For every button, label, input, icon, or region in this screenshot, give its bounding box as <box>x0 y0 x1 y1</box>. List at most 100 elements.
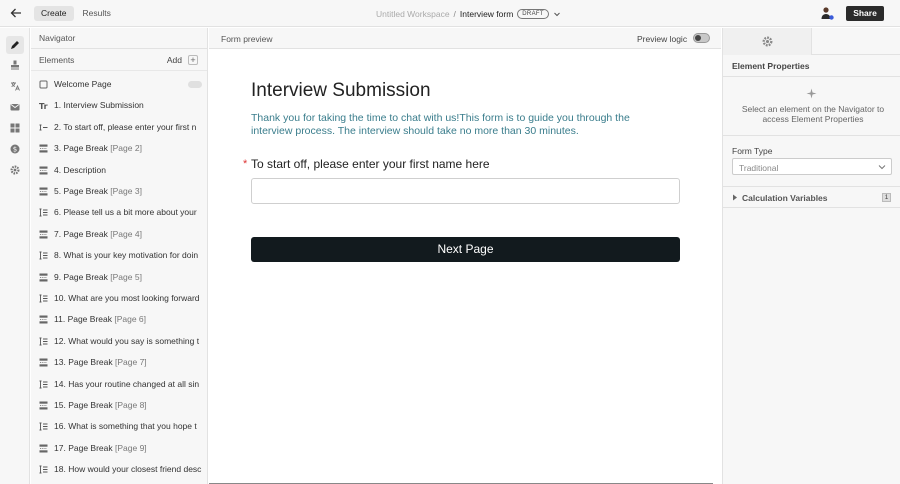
list-item-label: 2. To start off, please enter your first… <box>54 122 196 132</box>
payments-tool-button[interactable]: $ <box>6 140 24 158</box>
list-item[interactable]: 4. Description <box>31 160 207 181</box>
list-item[interactable]: 10. What are you most looking forward <box>31 288 207 309</box>
gear-icon <box>10 165 20 175</box>
tab-element-settings[interactable] <box>723 28 812 55</box>
list-item[interactable]: Welcome Page <box>31 74 207 95</box>
list-item-number: 3. <box>54 143 62 154</box>
list-item-label: 15. Page Break [Page 8] <box>54 400 147 410</box>
add-element-button[interactable]: + <box>188 55 198 65</box>
list-item[interactable]: 17. Page Break [Page 9] <box>31 438 207 459</box>
list-item-number: 14. <box>54 378 66 389</box>
list-item-number: 13. <box>54 357 66 368</box>
tab-results[interactable]: Results <box>76 6 118 21</box>
list-item-label: 9. Page Break [Page 5] <box>54 272 142 282</box>
dollar-icon: $ <box>10 144 20 154</box>
calculation-variables-count: 1 <box>882 193 891 202</box>
tab-create[interactable]: Create <box>34 6 74 21</box>
list-item[interactable]: 7. Page Break [Page 4] <box>31 224 207 245</box>
svg-text:Tr: Tr <box>39 102 48 110</box>
list-item-label: 10. What are you most looking forward <box>54 293 200 303</box>
translate-icon <box>11 82 20 91</box>
list-item-number: 15. <box>54 400 66 410</box>
breadcrumb: Untitled Workspace / Interview form DRAF… <box>376 8 561 19</box>
list-item-label: 1. Interview Submission <box>54 100 144 110</box>
mail-icon <box>10 104 20 111</box>
share-button[interactable]: Share <box>846 6 884 21</box>
list-item[interactable]: 8. What is your key motivation for doin <box>31 245 207 266</box>
list-item[interactable]: 15. Page Break [Page 8] <box>31 395 207 416</box>
preview-header: Form preview Preview logic <box>209 28 721 49</box>
avatar[interactable] <box>820 6 834 20</box>
form-description: Thank you for taking the time to chat wi… <box>251 112 630 137</box>
add-element-label[interactable]: Add <box>167 49 182 71</box>
list-item[interactable]: 5. Page Break [Page 3] <box>31 181 207 202</box>
list-item-text: Please tell us a bit more about your <box>63 207 197 218</box>
list-item[interactable]: 6. Please tell us a bit more about your <box>31 202 207 223</box>
next-page-button[interactable]: Next Page <box>251 237 680 262</box>
list-item-number: 4. <box>54 164 62 175</box>
list-item-text: Page Break <box>63 228 108 239</box>
form-type-value: Traditional <box>739 163 779 173</box>
back-arrow-icon[interactable] <box>9 6 23 20</box>
sparkle-icon <box>806 88 817 99</box>
svg-text:$: $ <box>13 145 17 153</box>
list-item-label: 13. Page Break [Page 7] <box>54 357 147 367</box>
calculation-variables-label: Calculation Variables <box>742 193 828 203</box>
list-item-label: 18. How would your closest friend desc <box>54 464 201 474</box>
list-item-text: Page Break <box>63 271 108 282</box>
form-name[interactable]: Interview form <box>460 9 513 19</box>
elements-label: Elements <box>39 55 75 65</box>
list-item-page: [Page 8] <box>115 400 147 410</box>
list-item[interactable]: 14. Has your routine changed at all sin <box>31 374 207 395</box>
list-item[interactable]: 18. How would your closest friend desc <box>31 459 207 480</box>
top-bar: Create Results Untitled Workspace / Inte… <box>0 0 900 27</box>
settings-tool-button[interactable] <box>6 161 24 179</box>
workspace-link[interactable]: Untitled Workspace <box>376 9 450 19</box>
list-item[interactable]: Tr 1. Interview Submission <box>31 95 207 116</box>
long-answer-icon <box>39 294 48 303</box>
properties-tabs <box>723 28 900 55</box>
list-item-label: 11. Page Break [Page 6] <box>54 314 146 324</box>
list-item-text: Page Break <box>67 314 112 325</box>
chevron-down-icon[interactable] <box>553 10 561 18</box>
text-icon: Tr <box>39 102 48 110</box>
stamp-icon <box>11 60 19 70</box>
list-item-number: 11. <box>54 314 66 325</box>
list-item-label: 5. Page Break [Page 3] <box>54 186 142 196</box>
pencil-icon <box>11 41 19 49</box>
integrations-tool-button[interactable] <box>6 119 24 137</box>
list-item[interactable]: 16. What is something that you hope t <box>31 416 207 437</box>
list-item-text: To start off, please enter your first n <box>63 121 197 132</box>
page-break-icon <box>39 273 48 282</box>
list-item[interactable]: 11. Page Break [Page 6] <box>31 309 207 330</box>
list-item[interactable]: 9. Page Break [Page 5] <box>31 267 207 288</box>
tool-rail: $ <box>0 28 30 484</box>
page-break-icon <box>39 444 48 453</box>
translate-tool-button[interactable] <box>6 77 24 95</box>
welcome-page-toggle[interactable] <box>188 81 202 88</box>
edit-tool-button[interactable] <box>6 36 24 54</box>
preview-logic-toggle[interactable] <box>693 33 710 43</box>
navigator-title: Navigator <box>31 28 207 49</box>
email-tool-button[interactable] <box>6 98 24 116</box>
list-item[interactable]: 3. Page Break [Page 2] <box>31 138 207 159</box>
list-item-number: 8. <box>54 250 62 261</box>
list-item-text: Welcome Page <box>54 79 112 89</box>
first-name-input[interactable] <box>251 178 680 204</box>
list-item-label: 6. Please tell us a bit more about your <box>54 207 197 217</box>
gear-icon <box>762 36 773 47</box>
long-answer-icon <box>39 422 48 431</box>
list-item-page: [Page 6] <box>114 314 147 325</box>
list-item-text: Page Break <box>68 357 113 368</box>
list-item-text: Page Break <box>63 186 108 196</box>
list-item[interactable]: 13. Page Break [Page 7] <box>31 352 207 373</box>
long-answer-icon <box>39 208 48 217</box>
list-item-number: 9. <box>54 271 62 282</box>
list-item-number: 18. <box>54 464 66 475</box>
list-item[interactable]: 2. To start off, please enter your first… <box>31 117 207 138</box>
form-type-select[interactable]: Traditional <box>732 158 892 175</box>
stamp-tool-button[interactable] <box>6 56 24 74</box>
list-item[interactable]: 12. What would you say is something t <box>31 331 207 352</box>
caret-right-icon <box>733 194 737 201</box>
calculation-variables-row[interactable]: Calculation Variables 1 <box>723 186 900 208</box>
